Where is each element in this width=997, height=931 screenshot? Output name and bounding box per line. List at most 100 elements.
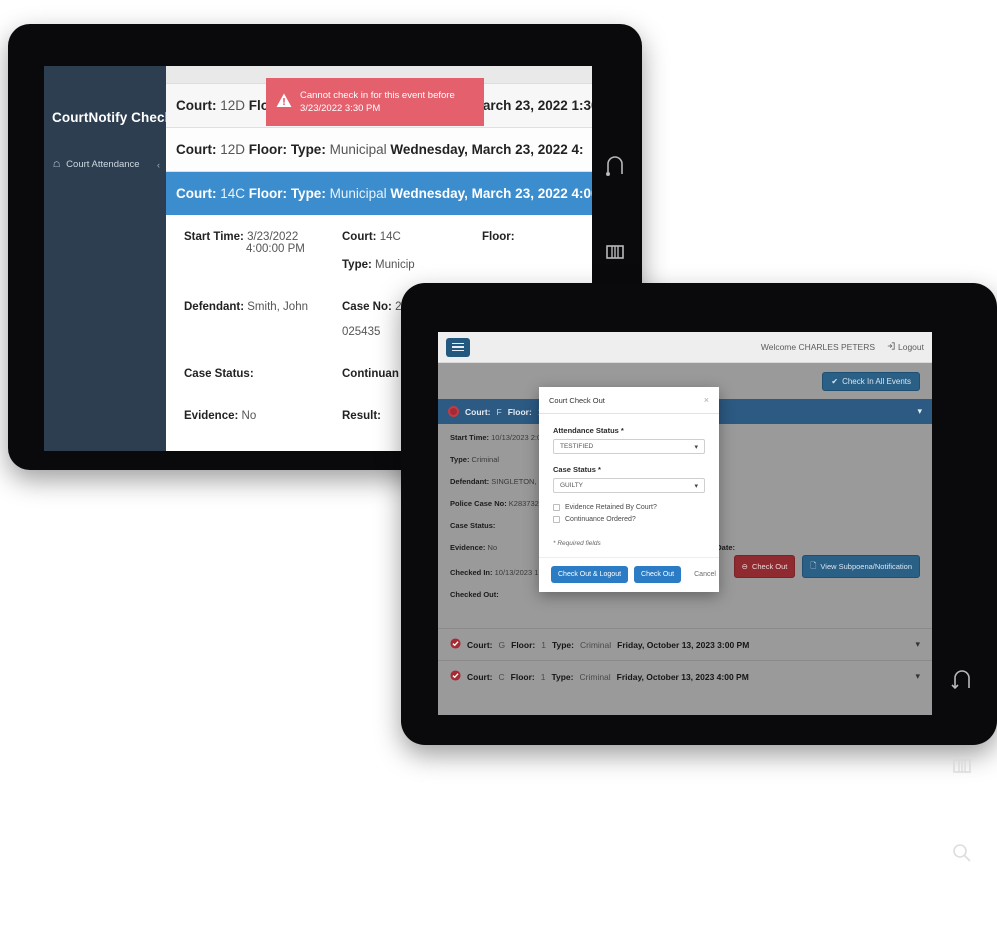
- event-type-label: Type:: [290, 186, 326, 201]
- event-type-label: Type:: [290, 142, 326, 157]
- event-row[interactable]: Court: C Floor: 1 Type: Criminal Friday,…: [438, 660, 932, 692]
- alert-toast: Cannot check in for this event before 3/…: [266, 78, 484, 126]
- event-court-label: Court:: [465, 406, 491, 417]
- check-circle-icon: [450, 638, 461, 651]
- chevron-down-icon: ▾: [694, 443, 698, 451]
- event-floor-label: Floor:: [248, 142, 288, 157]
- modal-check-out-button[interactable]: Check Out: [634, 566, 682, 583]
- evidence-retained-label: Evidence Retained By Court?: [565, 504, 657, 511]
- status-dot-icon: [448, 406, 459, 417]
- event-floor-label: Floor:: [507, 406, 532, 417]
- event-type-label: Type:: [551, 639, 574, 650]
- welcome-text: Welcome CHARLES PETERS: [760, 342, 875, 352]
- continuance-ordered-checkbox[interactable]: [553, 516, 560, 523]
- modal-cancel-button[interactable]: Cancel: [687, 566, 723, 583]
- event-court-value: G: [498, 639, 506, 650]
- event-court-label: Court:: [467, 639, 493, 650]
- logout-button[interactable]: Logout: [887, 342, 924, 352]
- chevron-down-icon: ▾: [694, 482, 698, 490]
- detail-court: Court: 14C Type: Municip: [342, 231, 482, 271]
- back-icon[interactable]: [949, 668, 975, 695]
- event-court-label: Court:: [176, 142, 217, 157]
- check-out-label: Check Out: [751, 562, 788, 571]
- detail-start-time-date: 3/23/2022: [247, 231, 299, 243]
- event-court-value: 12D: [220, 142, 246, 157]
- detail-evidence-value: No: [487, 543, 498, 552]
- search-icon[interactable]: [951, 842, 973, 869]
- chevron-down-icon[interactable]: ▾: [915, 639, 920, 650]
- event-datetime: Friday, October 13, 2023 4:00 PM: [616, 671, 749, 682]
- check-in-all-events-label: Check In All Events: [842, 376, 911, 386]
- evidence-retained-checkbox[interactable]: [553, 504, 560, 511]
- alert-line-1: Cannot check in for this event before: [300, 90, 455, 101]
- app-brand-title: CourtNotify Check-In: [52, 110, 189, 125]
- recents-icon[interactable]: [951, 757, 973, 780]
- case-status-select[interactable]: GUILTY ▾: [553, 478, 705, 493]
- detail-case-no-label: Case No:: [342, 301, 392, 313]
- detail-evidence-label: Evidence:: [450, 543, 486, 552]
- event-type-value: Criminal: [579, 639, 612, 650]
- event-datetime: Friday, October 13, 2023 3:00 PM: [617, 639, 750, 650]
- event-floor-label: Floor:: [511, 639, 536, 650]
- event-row[interactable]: Court: 12D Floor: Type: Municipal Wednes…: [166, 128, 592, 172]
- detail-floor: Floor:: [482, 231, 580, 271]
- case-status-label: Case Status *: [553, 465, 601, 474]
- detail-checked-out-label: Checked Out:: [450, 590, 499, 599]
- view-subpoena-button[interactable]: 🗋 View Subpoena/Notification: [802, 555, 920, 578]
- check-out-and-logout-button[interactable]: Check Out & Logout: [551, 566, 629, 583]
- continuance-ordered-checkbox-row[interactable]: Continuance Ordered?: [553, 516, 705, 523]
- hamburger-menu-icon[interactable]: [446, 337, 470, 357]
- event-floor-value: 1: [541, 639, 546, 650]
- detail-type-label: Type:: [342, 259, 372, 271]
- chevron-down-icon[interactable]: ▾: [915, 671, 920, 682]
- circle-minus-icon: ⊖: [741, 562, 748, 571]
- detail-defendant-value: Smith, John: [247, 301, 308, 313]
- required-fields-note: * Required fields: [553, 540, 601, 547]
- event-court-value: 12D: [220, 98, 246, 113]
- chevron-down-icon[interactable]: ▾: [917, 406, 922, 417]
- modal-body: Attendance Status * TESTIFIED ▾ Case Sta…: [539, 414, 719, 557]
- event-floor-label: Floor:: [510, 671, 535, 682]
- document-icon: 🗋: [810, 561, 817, 570]
- app-header: Welcome CHARLES PETERS Logout: [438, 332, 932, 363]
- modal-footer: Check Out & Logout Check Out Cancel: [539, 557, 719, 592]
- detail-evidence-value: No: [241, 410, 257, 422]
- close-icon[interactable]: ×: [704, 395, 709, 405]
- detail-continuance-label: Continuan: [342, 368, 399, 380]
- event-court-value: C: [498, 671, 505, 682]
- sidebar-item-court-attendance[interactable]: ☖ Court Attendance ‹: [44, 153, 166, 176]
- continuance-ordered-label: Continuance Ordered?: [565, 516, 636, 523]
- attendance-status-value: TESTIFIED: [560, 443, 594, 450]
- event-row-selected[interactable]: Court: 14C Floor: Type: Municipal Wednes…: [166, 172, 592, 215]
- alert-line-2: 3/23/2022 3:30 PM: [300, 103, 381, 114]
- event-datetime: Wednesday, March 23, 2022 4:: [390, 142, 584, 157]
- event-row[interactable]: Court: G Floor: 1 Type: Criminal Friday,…: [438, 628, 932, 660]
- detail-type-label: Type:: [450, 455, 470, 464]
- detail-floor-label: Floor:: [482, 231, 515, 243]
- modal-header: Court Check Out ×: [539, 387, 719, 414]
- detail-start-time-label: Start Time:: [450, 433, 490, 442]
- detail-court-label: Court:: [342, 231, 377, 243]
- detail-type-value: Municip: [375, 259, 415, 271]
- detail-start-time: Start Time: 3/23/2022 4:00:00 PM: [184, 231, 342, 271]
- detail-checked-in-label: Checked In:: [450, 568, 493, 577]
- event-type-label: Type:: [551, 671, 574, 682]
- android-nav-keys: [935, 668, 989, 931]
- detail-case-status-label: Case Status:: [184, 368, 254, 380]
- detail-type-value: Criminal: [471, 455, 500, 464]
- event-type-value: Municipal: [329, 142, 387, 157]
- detail-evidence-label: Evidence:: [184, 410, 239, 422]
- attendance-status-select[interactable]: TESTIFIED ▾: [553, 439, 705, 454]
- event-type-value: Criminal: [579, 671, 611, 682]
- sidebar: CourtNotify Check-In ☖ Court Attendance …: [44, 66, 189, 451]
- front-tablet-device: Welcome CHARLES PETERS Logout ✔ Check In…: [401, 283, 997, 862]
- detail-defendant-label: Defendant:: [184, 301, 245, 313]
- check-in-all-events-button[interactable]: ✔ Check In All Events: [822, 371, 920, 391]
- chevron-left-icon[interactable]: ‹: [157, 160, 160, 170]
- recents-icon[interactable]: [604, 243, 626, 266]
- evidence-retained-checkbox-row[interactable]: Evidence Retained By Court?: [553, 504, 705, 511]
- back-icon[interactable]: [602, 154, 628, 181]
- check-out-button[interactable]: ⊖ Check Out: [733, 555, 796, 578]
- event-floor-label: Floor:: [248, 186, 288, 201]
- detail-court-value: 14C: [379, 231, 401, 243]
